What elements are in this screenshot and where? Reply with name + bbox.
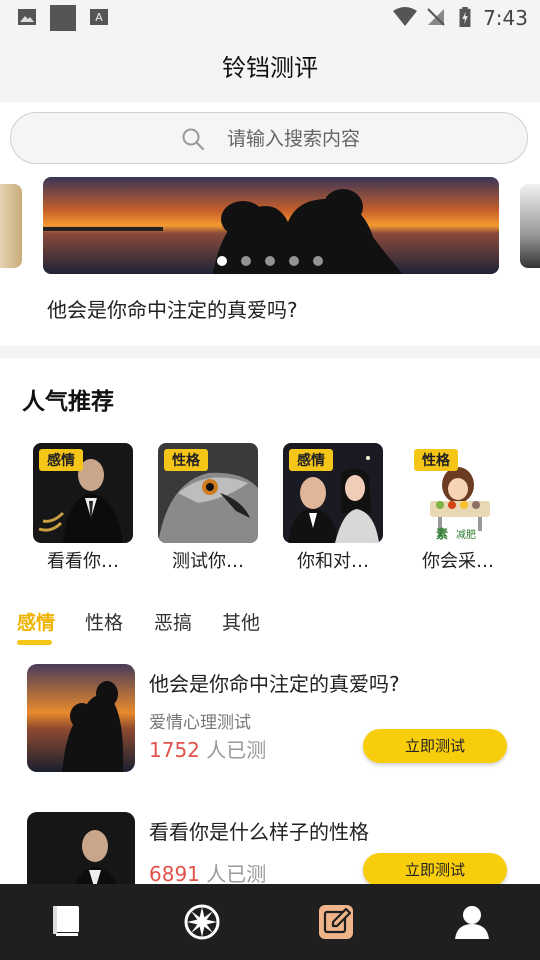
- gallery-icon: [18, 9, 36, 25]
- list-item-subtitle: 爱情心理测试: [149, 713, 251, 733]
- popular-thumbnail: 素减肥 性格: [408, 443, 508, 543]
- tab-personality[interactable]: 性格: [85, 608, 123, 635]
- carousel-indicator: [217, 251, 337, 266]
- no-signal-icon: [427, 8, 445, 26]
- content-panel: [0, 358, 540, 888]
- test-count: 6891 人已测: [149, 858, 266, 887]
- square-notification-icon: [50, 5, 76, 31]
- status-bar: A 7:43: [0, 0, 540, 36]
- test-count: 1752 人已测: [149, 734, 266, 763]
- list-item-title[interactable]: 他会是你命中注定的真爱吗?: [149, 668, 400, 697]
- banner-prev-slide[interactable]: [0, 184, 22, 268]
- category-tag: 性格: [414, 449, 458, 471]
- popular-card[interactable]: 感情: [283, 443, 383, 543]
- book-icon[interactable]: [47, 902, 87, 942]
- category-tag: 感情: [39, 449, 83, 471]
- popular-card[interactable]: 性格: [158, 443, 258, 543]
- svg-text:减肥: 减肥: [456, 529, 476, 541]
- list-item-title[interactable]: 看看你是什么样子的性格: [149, 816, 369, 845]
- search-input[interactable]: [225, 123, 489, 155]
- profile-icon[interactable]: [452, 902, 492, 942]
- test-count-suffix: 人已测: [206, 738, 267, 762]
- popular-card[interactable]: 素减肥 性格: [408, 443, 508, 543]
- bottom-navigation: [0, 884, 540, 960]
- text-notification-icon: A: [90, 9, 108, 25]
- banner-next-slide[interactable]: [520, 184, 540, 268]
- test-count-number: 6891: [149, 862, 200, 886]
- svg-text:A: A: [95, 11, 103, 24]
- tab-emotion[interactable]: 感情: [17, 608, 55, 635]
- battery-icon: [459, 7, 471, 27]
- start-test-button[interactable]: 立即测试: [363, 729, 507, 763]
- start-test-button[interactable]: 立即测试: [363, 853, 507, 887]
- banner-caption[interactable]: 他会是你命中注定的真爱吗?: [47, 294, 298, 323]
- list-item-thumbnail[interactable]: [27, 664, 135, 772]
- category-tag: 性格: [164, 449, 208, 471]
- category-tag: 感情: [289, 449, 333, 471]
- tab-funny[interactable]: 恶搞: [154, 608, 192, 635]
- page-title: 铃铛测评: [0, 36, 540, 102]
- search-icon: [182, 128, 205, 151]
- active-tab-indicator: [17, 640, 52, 645]
- carousel-dot[interactable]: [289, 256, 299, 266]
- test-count-number: 1752: [149, 738, 200, 762]
- popular-card[interactable]: 感情: [33, 443, 133, 543]
- clock: 7:43: [483, 6, 528, 30]
- tab-other[interactable]: 其他: [222, 608, 260, 635]
- carousel-dot[interactable]: [313, 256, 323, 266]
- test-count-suffix: 人已测: [206, 862, 267, 886]
- carousel-dot[interactable]: [241, 256, 251, 266]
- carousel-dot[interactable]: [217, 256, 227, 266]
- svg-text:素: 素: [436, 526, 448, 541]
- popular-thumbnail: 感情: [33, 443, 133, 543]
- popular-card-label[interactable]: 测试你…: [150, 547, 266, 573]
- popular-card-label[interactable]: 看看你…: [25, 547, 141, 573]
- popular-card-label[interactable]: 你和对…: [275, 547, 391, 573]
- popular-card-label[interactable]: 你会采…: [400, 547, 516, 573]
- popular-thumbnail: 感情: [283, 443, 383, 543]
- wheel-icon[interactable]: [182, 902, 222, 942]
- edit-icon[interactable]: [316, 902, 356, 942]
- popular-thumbnail: 性格: [158, 443, 258, 543]
- wifi-icon: [393, 7, 417, 26]
- popular-section-title: 人气推荐: [22, 389, 114, 415]
- search-bar[interactable]: [10, 112, 528, 164]
- carousel-dot[interactable]: [265, 256, 275, 266]
